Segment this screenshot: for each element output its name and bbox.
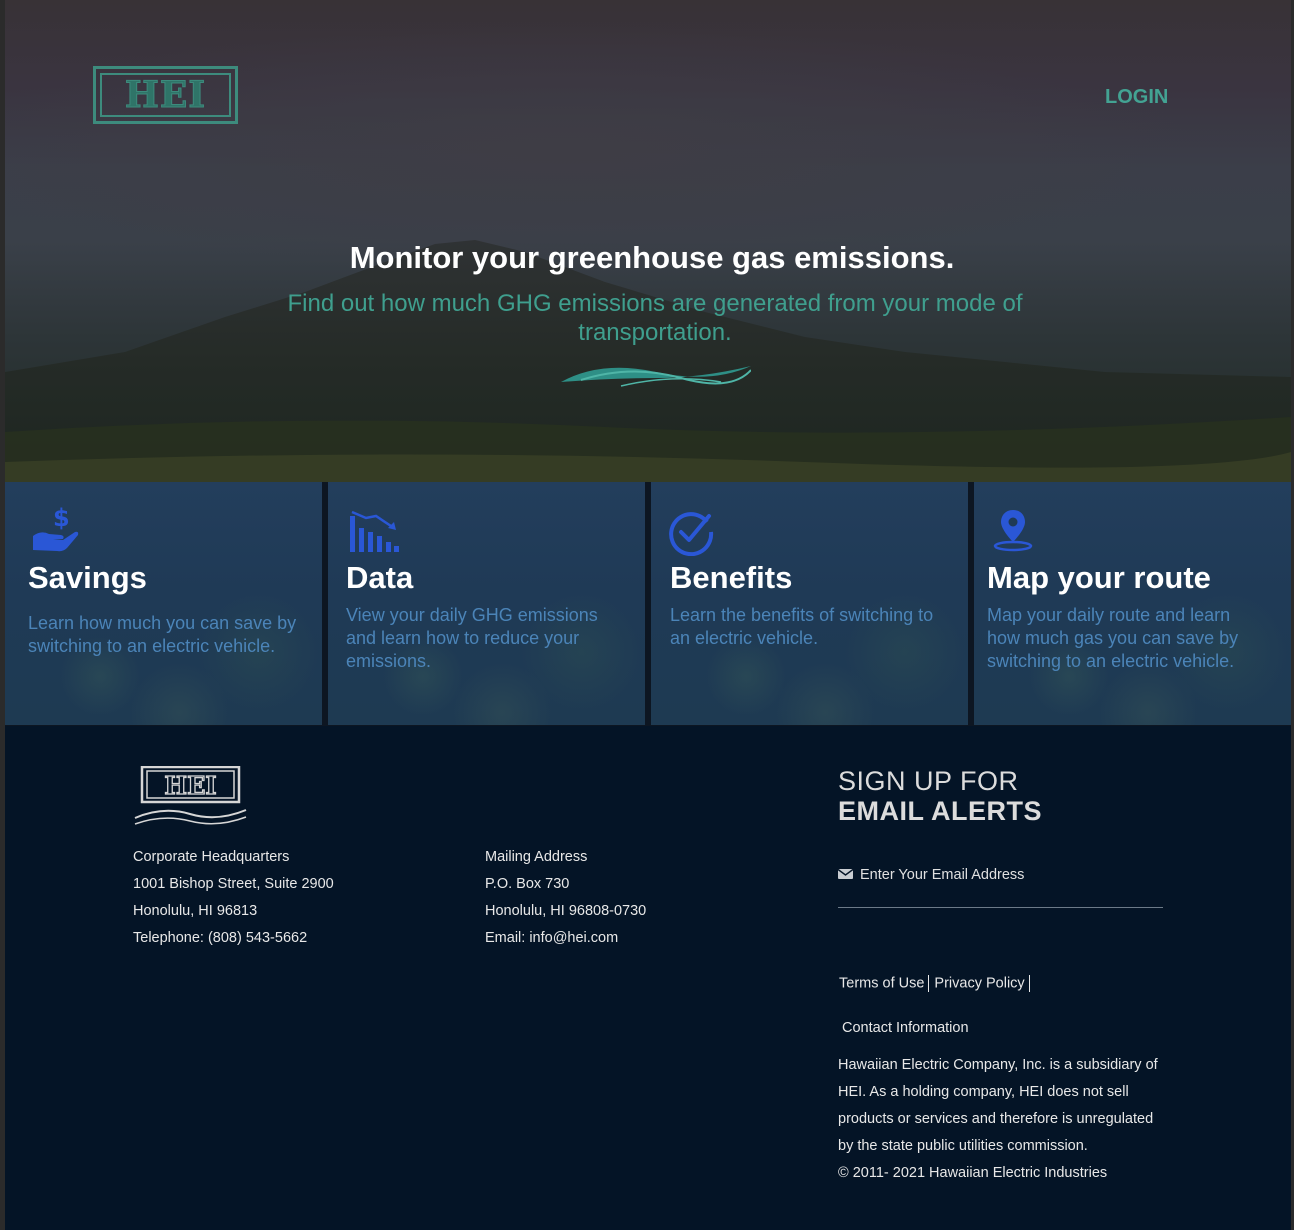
hero-title: Monitor your greenhouse gas emissions. [349,240,955,275]
about-block: Hawaiian Electric Company, Inc. is a sub… [838,1052,1168,1187]
footer-logo-text: HEI [164,771,216,800]
card-title: Savings [28,560,147,595]
copyright-text: © 2011- 2021 Hawaiian Electric Industrie… [838,1165,1108,1181]
card-savings[interactable]: $ Savings Learn how much you can save by… [5,482,322,725]
headquarters-heading: Corporate Headquarters [133,849,290,865]
card-map-route[interactable]: Map your route Map your daily route and … [974,482,1291,725]
card-title: Benefits [670,560,793,595]
card-description: Learn the benefits of switching to an el… [670,605,934,648]
email-input[interactable] [860,864,1160,886]
headquarters-address-line1: 1001 Bishop Street, Suite 2900 [133,876,334,892]
mailing-block: Mailing Address P.O. Box 730 Honolulu, H… [485,844,646,952]
signup-heading-line2: EMAIL ALERTS [838,796,1043,826]
privacy-policy-link[interactable]: Privacy Policy [934,975,1024,991]
about-text: Hawaiian Electric Company, Inc. is a sub… [838,1057,1158,1154]
mailing-email[interactable]: Email: info@hei.com [485,925,646,952]
dollar-hand-icon: $ [33,504,79,552]
card-description: View your daily GHG emissions and learn … [346,605,598,671]
hei-logo-text: HEI [100,73,231,117]
footer-links: Terms of Use Privacy Policy [839,975,1035,992]
card-title: Map your route [987,560,1211,595]
card-data[interactable]: Data View your daily GHG emissions and l… [328,482,645,725]
card-description: Learn how much you can save by switching… [28,613,297,656]
terms-of-use-link[interactable]: Terms of Use [839,975,924,991]
page: HEI LOGIN Monitor your greenhouse gas em… [0,0,1294,1230]
footer-hei-logo[interactable]: HEI [133,766,248,828]
envelope-icon [838,868,853,879]
email-signup-field [838,864,1163,908]
card-description: Map your daily route and learn how much … [987,605,1239,671]
footer: HEI Corporate Headquarters 1001 Bishop S… [5,726,1291,1230]
mailing-address-line1: P.O. Box 730 [485,876,570,892]
svg-text:$: $ [53,504,70,532]
check-circle-icon [669,512,714,556]
card-title: Data [346,560,414,595]
headquarters-phone[interactable]: Telephone: (808) 543-5662 [133,925,334,952]
headquarters-address-line2: Honolulu, HI 96813 [133,903,258,919]
login-link[interactable]: LOGIN [1105,86,1168,109]
contact-information-link[interactable]: Contact Information [842,1020,969,1036]
mailing-address-line2: Honolulu, HI 96808-0730 [485,903,647,919]
hero-subtitle: Find out how much GHG emissions are gene… [287,290,1023,346]
wave-divider-icon [561,366,751,387]
headquarters-block: Corporate Headquarters 1001 Bishop Stree… [133,844,334,952]
map-pin-icon [993,510,1033,552]
feature-cards: $ Savings Learn how much you can save by… [5,482,1291,726]
hero-banner: HEI LOGIN Monitor your greenhouse gas em… [5,0,1291,482]
bar-chart-down-icon [350,510,399,552]
mailing-heading: Mailing Address [485,849,588,865]
signup-heading-line1: SIGN UP FOR [838,766,1019,796]
card-benefits[interactable]: Benefits Learn the benefits of switching… [651,482,968,725]
hei-logo[interactable]: HEI [93,66,238,124]
link-separator [1028,975,1030,992]
link-separator [928,975,930,992]
